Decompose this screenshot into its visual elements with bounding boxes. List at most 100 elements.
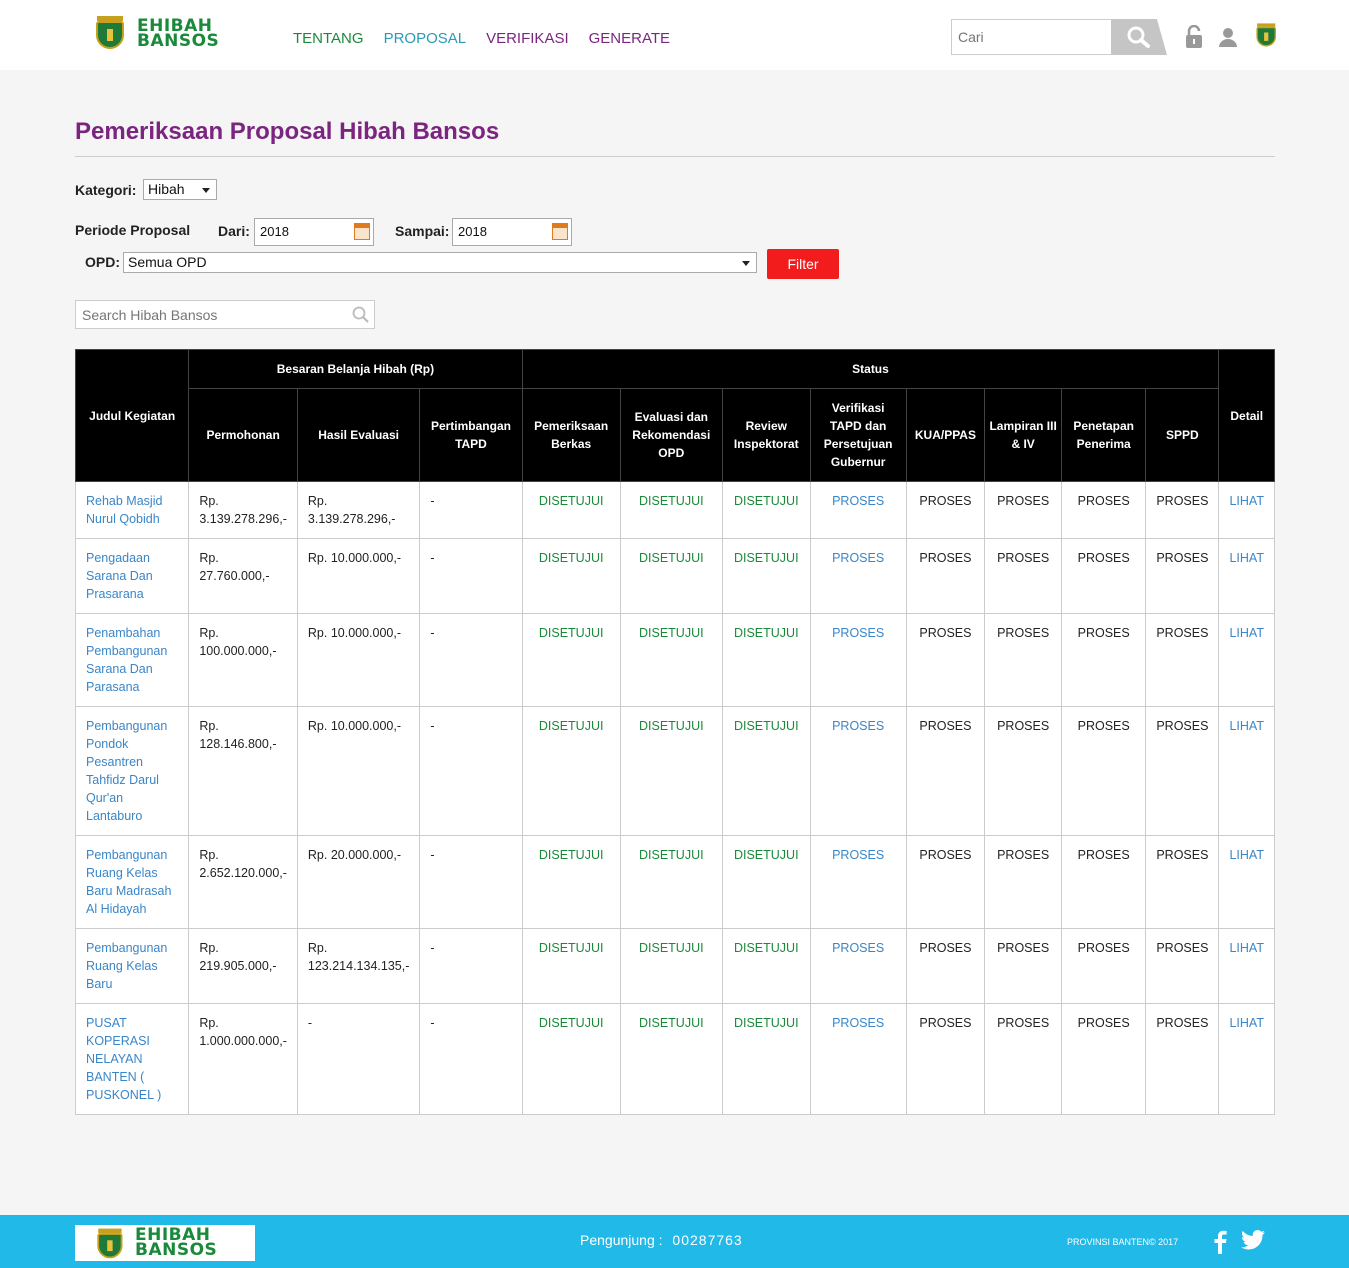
status-sppd: PROSES bbox=[1145, 1003, 1220, 1115]
status-review: DISETUJUI bbox=[721, 538, 811, 614]
pertimbangan-cell: - bbox=[419, 538, 523, 614]
search-icon[interactable] bbox=[352, 306, 370, 324]
status-penetapan: PROSES bbox=[1061, 613, 1147, 707]
footer-logo[interactable]: EHIBAH BANSOS bbox=[75, 1225, 255, 1261]
header-review: Review Inspektorat bbox=[721, 388, 811, 482]
dari-date-input[interactable]: 2018 bbox=[254, 218, 374, 246]
lihat-link[interactable]: LIHAT bbox=[1218, 1003, 1275, 1115]
twitter-icon[interactable] bbox=[1241, 1230, 1265, 1250]
status-verifikasi: PROSES bbox=[809, 613, 907, 707]
brand-logo[interactable]: EHIBAH BANSOS bbox=[93, 15, 219, 53]
sampai-label: Sampai: bbox=[395, 223, 450, 239]
judul-link[interactable]: Pengadaan Sarana Dan Prasarana bbox=[74, 538, 190, 614]
judul-link[interactable]: PUSAT KOPERASI NELAYAN BANTEN ( PUSKONEL… bbox=[74, 1003, 190, 1115]
status-review: DISETUJUI bbox=[721, 835, 811, 929]
status-sppd: PROSES bbox=[1145, 538, 1220, 614]
header-sppd: SPPD bbox=[1145, 388, 1220, 482]
table-row: Penambahan Pembangunan Sarana Dan Parasa… bbox=[74, 613, 1275, 707]
copyright: PROVINSI BANTEN© 2017 bbox=[1067, 1237, 1179, 1247]
sampai-value: 2018 bbox=[458, 224, 487, 239]
status-sppd: PROSES bbox=[1145, 706, 1220, 836]
header-status: Status bbox=[521, 349, 1220, 389]
lihat-link[interactable]: LIHAT bbox=[1218, 835, 1275, 929]
status-sppd: PROSES bbox=[1145, 613, 1220, 707]
pertimbangan-cell: - bbox=[419, 706, 523, 836]
calendar-icon[interactable] bbox=[552, 223, 568, 240]
status-pemeriksaan: DISETUJUI bbox=[521, 613, 621, 707]
status-pemeriksaan: DISETUJUI bbox=[521, 706, 621, 836]
status-evaluasi: DISETUJUI bbox=[619, 835, 723, 929]
status-review: DISETUJUI bbox=[721, 481, 811, 539]
status-lampiran: PROSES bbox=[984, 835, 1063, 929]
status-verifikasi: PROSES bbox=[809, 706, 907, 836]
header-pemeriksaan: Pemeriksaan Berkas bbox=[521, 388, 621, 482]
table-row: Pengadaan Sarana Dan Prasarana Rp. 27.76… bbox=[74, 538, 1275, 614]
lihat-link[interactable]: LIHAT bbox=[1218, 538, 1275, 614]
status-penetapan: PROSES bbox=[1061, 1003, 1147, 1115]
status-sppd: PROSES bbox=[1145, 928, 1220, 1004]
lihat-link[interactable]: LIHAT bbox=[1218, 706, 1275, 836]
lock-icon[interactable] bbox=[1183, 24, 1205, 50]
pertimbangan-cell: - bbox=[419, 928, 523, 1004]
title-divider bbox=[75, 156, 1275, 157]
header-besaran: Besaran Belanja Hibah (Rp) bbox=[188, 349, 523, 389]
status-kua: PROSES bbox=[905, 928, 986, 1004]
sampai-date-input[interactable]: 2018 bbox=[452, 218, 572, 246]
judul-link[interactable]: Rehab Masjid Nurul Qobidh bbox=[74, 481, 190, 539]
hasil-cell: Rp. 10.000.000,- bbox=[296, 706, 421, 836]
nav-verifikasi[interactable]: VERIFIKASI bbox=[486, 30, 569, 47]
judul-link[interactable]: Pembangunan Ruang Kelas Baru Madrasah Al… bbox=[74, 835, 190, 929]
social-links bbox=[1213, 1230, 1265, 1254]
facebook-icon[interactable] bbox=[1213, 1230, 1227, 1254]
dari-label: Dari: bbox=[218, 223, 250, 239]
emblem-icon[interactable] bbox=[1251, 23, 1276, 50]
status-verifikasi: PROSES bbox=[809, 1003, 907, 1115]
table-row: Pembangunan Ruang Kelas Baru Madrasah Al… bbox=[74, 835, 1275, 929]
status-verifikasi: PROSES bbox=[809, 538, 907, 614]
nav-generate[interactable]: GENERATE bbox=[589, 30, 670, 47]
table-search-input[interactable] bbox=[76, 301, 336, 328]
status-review: DISETUJUI bbox=[721, 706, 811, 836]
user-icon[interactable] bbox=[1217, 24, 1239, 50]
status-evaluasi: DISETUJUI bbox=[619, 928, 723, 1004]
hasil-cell: Rp. 10.000.000,- bbox=[296, 538, 421, 614]
table-row: Pembangunan Ruang Kelas Baru Rp. 219.905… bbox=[74, 928, 1275, 1004]
status-penetapan: PROSES bbox=[1061, 928, 1147, 1004]
search-input[interactable] bbox=[951, 19, 1121, 55]
lihat-link[interactable]: LIHAT bbox=[1218, 481, 1275, 539]
status-pemeriksaan: DISETUJUI bbox=[521, 538, 621, 614]
header-detail: Detail bbox=[1218, 349, 1275, 482]
header-icons bbox=[1183, 23, 1276, 50]
banten-emblem-icon bbox=[95, 1228, 124, 1259]
status-kua: PROSES bbox=[905, 613, 986, 707]
judul-link[interactable]: Pembangunan Ruang Kelas Baru bbox=[74, 928, 190, 1004]
pertimbangan-cell: - bbox=[419, 613, 523, 707]
header-hasil: Hasil Evaluasi bbox=[296, 388, 421, 482]
lihat-link[interactable]: LIHAT bbox=[1218, 928, 1275, 1004]
status-evaluasi: DISETUJUI bbox=[619, 1003, 723, 1115]
status-verifikasi: PROSES bbox=[809, 481, 907, 539]
calendar-icon[interactable] bbox=[354, 223, 370, 240]
filter-button[interactable]: Filter bbox=[767, 249, 839, 279]
kategori-select[interactable]: Hibah bbox=[143, 179, 217, 200]
chevron-down-icon bbox=[742, 261, 750, 266]
header-kua: KUA/PPAS bbox=[905, 388, 986, 482]
lihat-link[interactable]: LIHAT bbox=[1218, 613, 1275, 707]
opd-value: Semua OPD bbox=[128, 254, 207, 270]
hasil-cell: Rp. 10.000.000,- bbox=[296, 613, 421, 707]
judul-link[interactable]: Penambahan Pembangunan Sarana Dan Parasa… bbox=[74, 613, 190, 707]
nav-proposal[interactable]: PROPOSAL bbox=[384, 30, 467, 47]
opd-select[interactable]: Semua OPD bbox=[123, 252, 757, 273]
judul-link[interactable]: Pembangunan Pondok Pesantren Tahfidz Dar… bbox=[74, 706, 190, 836]
nav-tentang[interactable]: TENTANG bbox=[293, 30, 364, 47]
table-row: PUSAT KOPERASI NELAYAN BANTEN ( PUSKONEL… bbox=[74, 1003, 1275, 1115]
pertimbangan-cell: - bbox=[419, 1003, 523, 1115]
status-lampiran: PROSES bbox=[984, 706, 1063, 836]
banten-emblem-icon bbox=[93, 16, 127, 52]
status-verifikasi: PROSES bbox=[809, 835, 907, 929]
search-button[interactable] bbox=[1111, 19, 1167, 55]
status-review: DISETUJUI bbox=[721, 928, 811, 1004]
permohonan-cell: Rp. 128.146.800,- bbox=[188, 706, 298, 836]
header-permohonan: Permohonan bbox=[188, 388, 298, 482]
table-row: Rehab Masjid Nurul Qobidh Rp. 3.139.278.… bbox=[74, 481, 1275, 539]
